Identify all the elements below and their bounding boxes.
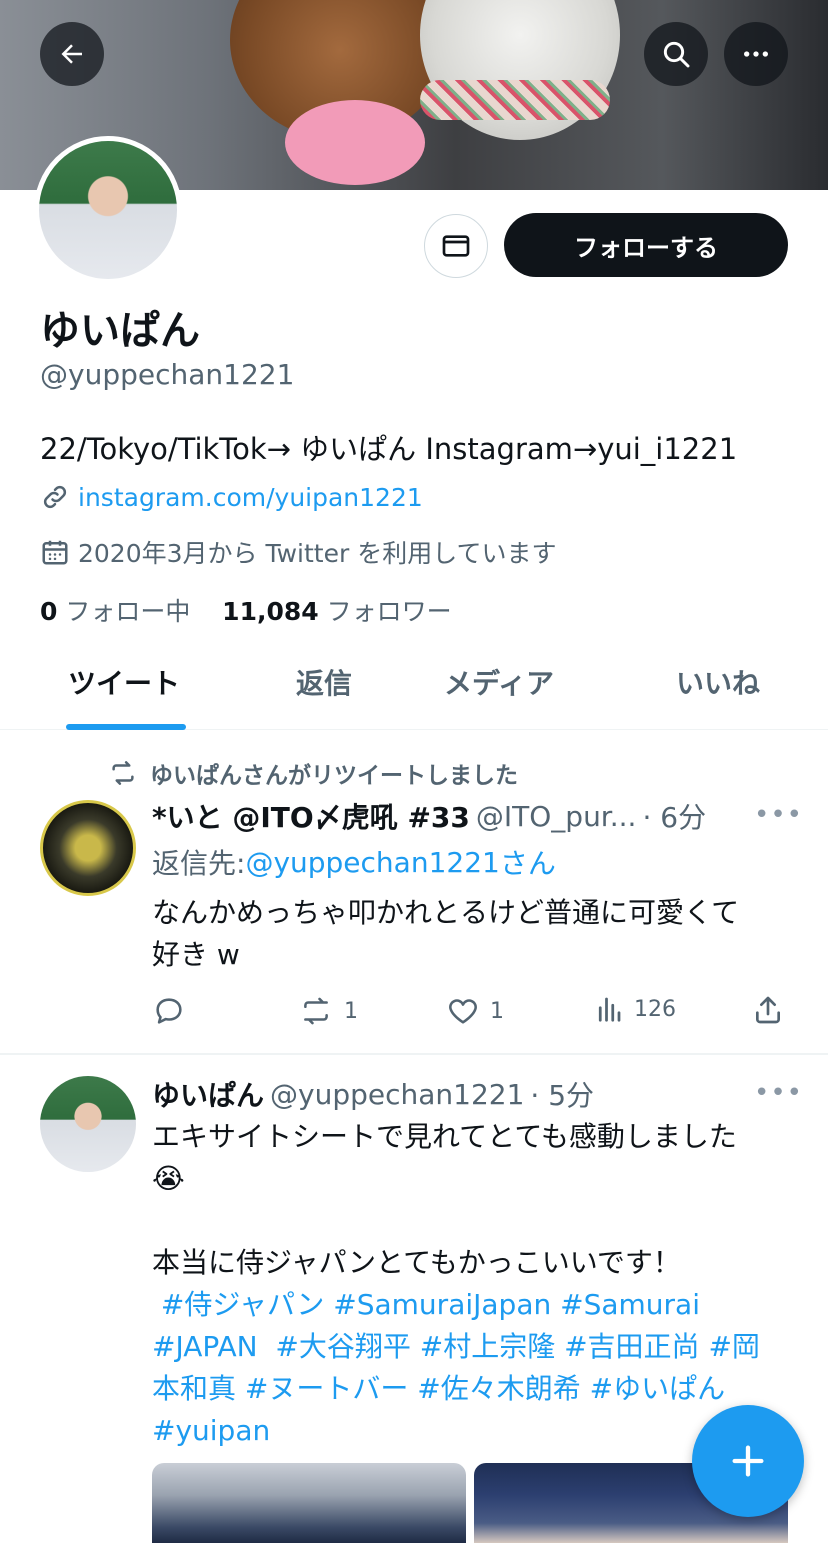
retweet-icon <box>304 997 328 1025</box>
envelope-icon <box>442 235 470 257</box>
reply-prefix: 返信先: <box>152 847 246 880</box>
profile-stats: 0 フォロー中 11,084 フォロワー <box>40 592 452 628</box>
followers-label: フォロワー <box>326 597 452 626</box>
profile-link-row: instagram.com/yuipan1221 <box>40 482 423 512</box>
tweet-photo[interactable] <box>152 1463 466 1543</box>
tweet-text: エキサイトシートで見れてとても感動しました 😭 本当に侍ジャパンとてもかっこいい… <box>152 1116 760 1452</box>
profile-bio: 22/Tokyo/TikTok→ ゆいぱん Instagram→yui_i122… <box>40 432 738 466</box>
tweet-reply-context: 返信先: @yuppechan1221 さん <box>152 842 556 882</box>
reply-action[interactable] <box>152 994 196 1028</box>
like-count: 1 <box>490 998 504 1024</box>
tweet-text-line: エキサイトシートで見れてとても感動しました <box>152 1120 737 1153</box>
view-count: 126 <box>634 996 676 1022</box>
following-count: 0 <box>40 597 58 626</box>
tweet-text-line: なんかめっちゃ叩かれとるけど普通に可愛くて <box>152 896 740 929</box>
search-icon <box>663 41 690 68</box>
tab-replies[interactable]: 返信 <box>296 662 352 702</box>
profile-handle: @yuppechan1221 <box>40 358 295 391</box>
tweet-text-line: 好き w <box>152 938 240 971</box>
tab-media[interactable]: メディア <box>444 662 554 702</box>
back-button[interactable] <box>40 22 104 86</box>
like-action[interactable]: 1 <box>446 994 504 1028</box>
banner-rope-toy <box>420 80 610 120</box>
profile-tabs: ツイート 返信 メディア いいね <box>0 640 828 730</box>
back-arrow-icon <box>61 44 82 64</box>
reply-icon <box>156 998 182 1024</box>
tweet-time: · 5分 <box>530 1079 595 1112</box>
retweet-label: ゆいぱんさんがリツイートしました <box>150 763 518 789</box>
followers-count: 11,084 <box>222 597 319 626</box>
tweet-hashtags-line[interactable]: #JAPAN #大谷翔平 #村上宗隆 #吉田正尚 #岡 <box>152 1326 760 1368</box>
heart-icon <box>449 999 477 1024</box>
share-action[interactable] <box>752 994 784 1026</box>
crying-emoji: 😭 <box>152 1162 185 1195</box>
more-icon <box>744 51 768 57</box>
tweet-time: · 6分 <box>642 801 707 834</box>
tab-tweets[interactable]: ツイート <box>68 662 180 702</box>
tweet-divider <box>0 1053 828 1055</box>
profile-avatar[interactable] <box>34 136 182 284</box>
message-button[interactable] <box>424 214 488 278</box>
share-icon <box>756 996 780 1024</box>
tweet-text-line: 本当に侍ジャパンとてもかっこいいです！ <box>152 1246 681 1279</box>
tweet-author-name[interactable]: *いと @ITO〆虎吼 #33 <box>152 796 470 836</box>
compose-plus-icon <box>732 1445 764 1477</box>
tweet-more-icon[interactable]: ••• <box>754 1078 803 1108</box>
calendar-icon <box>42 540 68 565</box>
tweet-hashtags-line[interactable]: #yuipan <box>152 1410 760 1452</box>
tweet-hashtags-line[interactable]: 本和真 #ヌートバー #佐々木朗希 #ゆいぱん <box>152 1368 760 1410</box>
retweet-count: 1 <box>344 998 358 1024</box>
compose-button[interactable] <box>692 1405 804 1517</box>
tweet-avatar[interactable] <box>40 1076 136 1172</box>
link-icon <box>43 485 67 509</box>
following-label: フォロー中 <box>65 597 191 626</box>
tweet-header: ゆいぱん @yuppechan1221 · 5分 <box>152 1074 594 1114</box>
profile-joined-date: 2020年3月から Twitter を利用しています <box>78 539 557 568</box>
retweet-action[interactable]: 1 <box>298 994 358 1028</box>
active-tab-indicator <box>66 724 186 730</box>
followers-link[interactable]: 11,084 フォロワー <box>222 597 451 626</box>
follow-button[interactable]: フォローする <box>504 213 788 277</box>
tweet-header: *いと @ITO〆虎吼 #33 @ITO_pur... · 6分 <box>152 796 706 836</box>
search-button[interactable] <box>644 22 708 86</box>
tweet-author-name[interactable]: ゆいぱん <box>152 1074 264 1114</box>
views-action[interactable]: 126 <box>594 994 676 1024</box>
banner-octopus-toy <box>285 100 425 185</box>
retweet-context: ゆいぱんさんがリツイートしました <box>108 756 518 790</box>
tweet-text: なんかめっちゃ叩かれとるけど普通に可愛くて 好き w <box>152 892 739 976</box>
tweet-avatar[interactable] <box>40 800 136 896</box>
profile-name: ゆいぱん <box>40 308 200 354</box>
tweet-hashtags-line[interactable]: #侍ジャパン #SamuraiJapan #Samurai <box>152 1284 760 1326</box>
reply-suffix: さん <box>499 847 556 880</box>
reply-to-handle[interactable]: @yuppechan1221 <box>245 846 499 879</box>
tweet-more-icon[interactable]: ••• <box>754 800 803 830</box>
tab-likes[interactable]: いいね <box>676 662 760 702</box>
following-link[interactable]: 0 フォロー中 <box>40 597 190 626</box>
more-button[interactable] <box>724 22 788 86</box>
tweet-author-handle[interactable]: @ITO_pur... <box>476 800 637 833</box>
views-chart-icon <box>598 997 621 1022</box>
profile-joined-row: 2020年3月から Twitter を利用しています <box>40 534 556 570</box>
profile-website-link[interactable]: instagram.com/yuipan1221 <box>78 483 423 512</box>
retweet-icon <box>112 761 134 785</box>
tweet-author-handle[interactable]: @yuppechan1221 <box>270 1078 524 1111</box>
